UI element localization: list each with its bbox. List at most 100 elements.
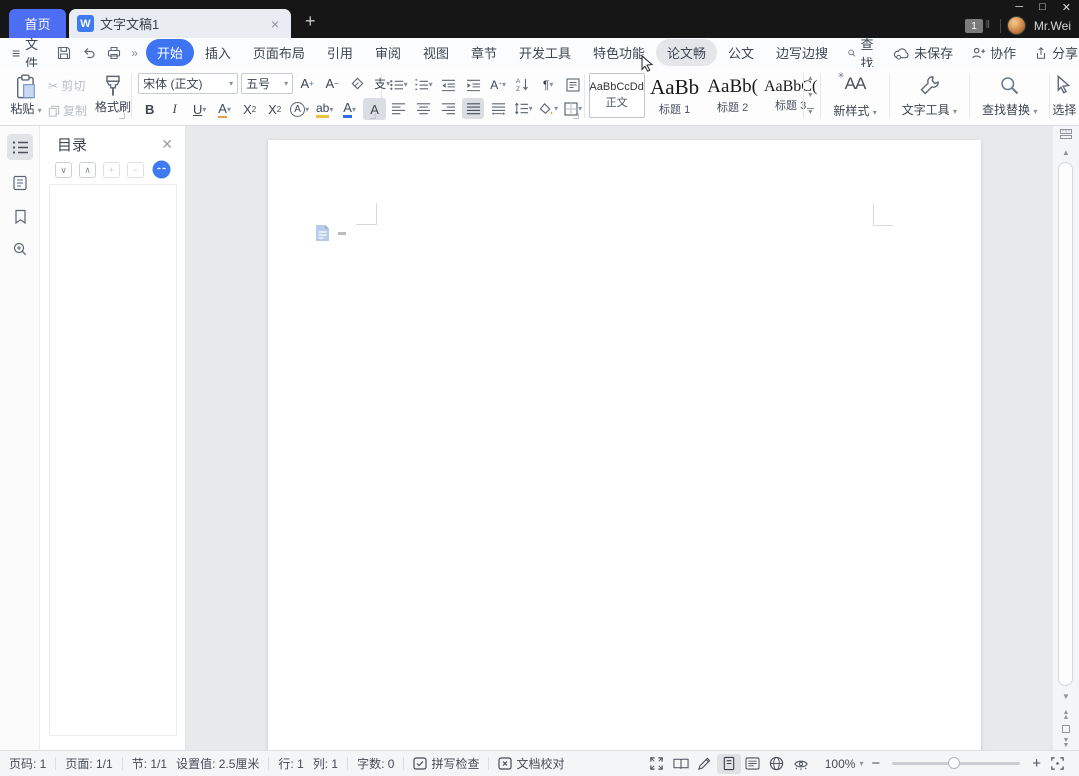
new-style-button[interactable]: AA ✳ 新样式 ▾ [821,67,888,125]
bookmark-panel-button[interactable] [7,204,33,230]
find-replace-button[interactable]: 查找替换 ▾ [970,67,1049,125]
toc-expand-button[interactable]: ∨ [55,162,72,178]
highlight-color-button[interactable]: ab▾ [313,98,336,120]
paste-button[interactable]: 粘贴 ▾ [8,74,44,117]
fit-page-icon[interactable] [1045,754,1069,774]
file-menu[interactable]: ≡ 文件 [0,34,48,72]
copy-button[interactable]: 复制 [48,102,87,119]
status-setting[interactable]: 设置值: 2.5厘米 [176,755,268,772]
increase-indent-button[interactable] [462,74,484,95]
numbered-list-button[interactable]: ▾ [412,74,434,95]
clear-format-button[interactable] [346,73,368,94]
format-painter-button[interactable]: 格式刷 [92,74,134,115]
zoom-in-button[interactable]: + [1028,755,1045,772]
status-page-number[interactable]: 页码: 1 [0,755,55,772]
tab-page-layout[interactable]: 页面布局 [242,39,316,66]
decrease-font-size-button[interactable]: A− [321,73,343,94]
tab-close-icon[interactable]: × [267,16,283,32]
align-right-button[interactable] [437,98,459,119]
subscript-button[interactable]: X2 [263,98,286,120]
toc-add-button[interactable]: + [103,162,120,178]
scrollbar-thumb[interactable] [1058,162,1073,686]
tab-review[interactable]: 审阅 [364,39,412,66]
page-view-icon[interactable] [717,754,741,774]
web-view-icon[interactable] [765,754,789,774]
font-dialog-launcher[interactable] [370,113,376,119]
document-canvas[interactable] [186,126,1052,750]
align-left-button[interactable] [387,98,409,119]
ruler-toggle-icon[interactable] [1053,129,1079,139]
text-tools-button[interactable]: 文字工具 ▾ [890,67,969,125]
tab-paper-assistant[interactable]: 论文畅 [656,39,717,66]
bold-button[interactable]: B [138,98,161,120]
select-button[interactable]: 选择 [1050,67,1079,125]
clipboard-dialog-launcher[interactable] [119,113,125,119]
styles-scroll-up-icon[interactable]: ▲ [807,75,814,82]
sort-button[interactable]: AZ [512,74,534,95]
maximize-icon[interactable]: □ [1039,1,1046,14]
save-status-button[interactable]: 未保存 [886,43,960,62]
fullscreen-view-icon[interactable] [645,754,669,774]
tab-view[interactable]: 视图 [412,39,460,66]
superscript-button[interactable]: X2 [238,98,261,120]
status-column[interactable]: 列: 1 [313,755,347,772]
find-panel-button[interactable] [7,236,33,262]
styles-gallery-more-icon[interactable]: ▼ [807,108,814,116]
find-button[interactable]: 查找 [839,34,886,72]
outline-view-icon[interactable] [741,754,765,774]
more-commands-icon[interactable]: » [131,46,138,60]
tab-official-document[interactable]: 公文 [717,39,765,66]
character-border-button[interactable]: A▾ [213,98,236,120]
document-tab[interactable]: W 文字文稿1 × [69,9,291,38]
style-normal[interactable]: AaBbCcDd 正文 [589,73,645,118]
tab-insert[interactable]: 插入 [194,39,242,66]
previous-page-icon[interactable]: ▲▲ [1053,710,1079,720]
share-button[interactable]: 分享 [1027,43,1079,62]
user-avatar[interactable] [1007,16,1026,35]
cut-button[interactable]: ✂ 剪切 [48,77,87,94]
status-line[interactable]: 行: 1 [269,755,312,772]
smart-assistant-doc-icon[interactable] [315,224,330,242]
shading-button[interactable]: ▾ [537,98,559,119]
tab-write-and-search[interactable]: 边写边搜 [765,39,839,66]
eye-protection-icon[interactable] [789,754,813,774]
style-heading1[interactable]: AaBb 标题 1 [647,73,703,118]
new-tab-button[interactable]: + [305,11,316,32]
message-count-badge[interactable]: 1 [965,19,983,33]
character-scale-button[interactable]: A⁺▾ [487,74,509,95]
scroll-up-icon[interactable]: ▲ [1053,148,1079,157]
show-paragraph-marks-button[interactable]: ¶▾ [537,74,559,95]
notes-panel-button[interactable] [7,170,33,196]
spell-check-button[interactable]: 拼写检查 [404,755,488,772]
italic-button[interactable]: I [163,98,186,120]
scroll-down-icon[interactable]: ▼ [1053,692,1079,701]
save-icon[interactable] [56,45,72,61]
line-spacing-button[interactable]: ▾ [512,98,534,119]
proofread-button[interactable]: 文档校对 [489,755,573,772]
bullet-list-button[interactable]: ▾ [387,74,409,95]
styles-scroll-down-icon[interactable]: ▼ [807,92,814,99]
font-name-select[interactable]: 宋体 (正文)▾ [138,73,238,94]
tab-references[interactable]: 引用 [316,39,364,66]
style-heading2[interactable]: AaBb( 标题 2 [705,73,761,118]
underline-button[interactable]: U▾ [188,98,211,120]
toc-remove-button[interactable]: − [127,162,144,178]
status-page[interactable]: 页面: 1/1 [56,755,121,772]
toc-panel-button[interactable] [7,134,33,160]
decrease-indent-button[interactable] [437,74,459,95]
minimize-icon[interactable]: ─ [1015,1,1023,14]
toc-collapse-button[interactable]: ∧ [79,162,96,178]
increase-font-size-button[interactable]: A+ [296,73,318,94]
status-word-count[interactable]: 字数: 0 [348,755,403,772]
zoom-slider[interactable] [892,762,1020,765]
close-icon[interactable]: ✕ [1062,1,1071,14]
zoom-slider-handle[interactable] [948,757,960,769]
two-page-view-icon[interactable] [669,754,693,774]
ai-assistant-icon[interactable] [152,160,171,179]
vertical-scrollbar[interactable]: ▲ ▼ ▲▲ ▼▼ [1052,126,1079,750]
font-color-button[interactable]: A▾ [338,98,361,120]
text-effects-button[interactable]: A▾ [288,98,311,120]
tab-section[interactable]: 章节 [460,39,508,66]
zoom-level-select[interactable]: 100%▾ [813,757,868,771]
tab-home[interactable]: 开始 [146,39,194,66]
